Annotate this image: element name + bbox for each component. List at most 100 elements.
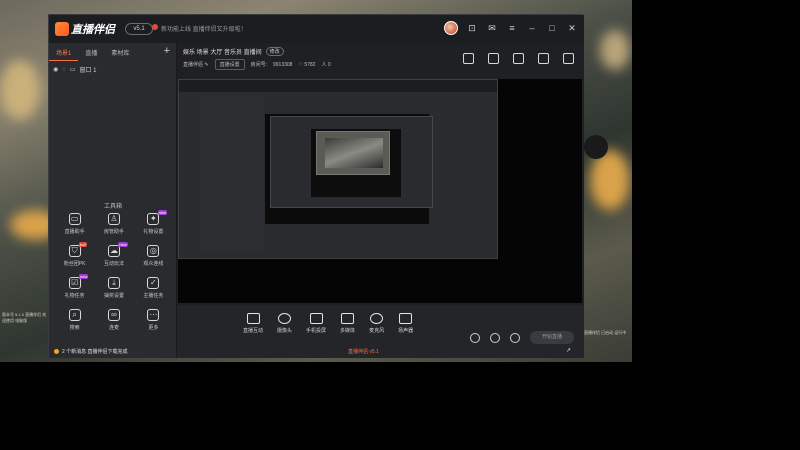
feedback-icon[interactable]: ⊡ (466, 22, 478, 34)
scene-item-label: 窗口 1 (79, 68, 97, 74)
source-camera[interactable]: 摄像头 (277, 313, 292, 334)
tool-download[interactable]: ⤓ 抽奖设置 (94, 277, 133, 299)
notification-icon (54, 349, 59, 354)
notification[interactable]: 2 个新消息 直播伴侣下载完成 (54, 348, 128, 355)
lock-icon[interactable] (488, 53, 499, 64)
download-icon: ⤓ (107, 277, 120, 289)
taskbar-center-text[interactable]: 直播伴侣 v5.1 (348, 348, 379, 355)
screenshot-icon[interactable] (538, 53, 549, 64)
fans-count: ♡ 5782 (298, 61, 316, 68)
tool-gift[interactable]: ✦ 礼物设置 new (134, 210, 173, 235)
tool-person[interactable]: ♙ 房管助手 (94, 213, 133, 235)
tool-check[interactable]: ✓ 主播任务 (134, 277, 173, 299)
audio-icon[interactable] (490, 332, 500, 343)
record-icon[interactable] (513, 53, 524, 64)
viewer-count: 人 0 (321, 62, 331, 68)
video-icon[interactable] (470, 332, 480, 343)
taskbar-strip: 2 个新消息 直播伴侣下载完成 直播伴侣 v5.1 ↗ (48, 346, 632, 358)
app-logo-text: 直播伴侣 (71, 24, 115, 36)
start-live-button[interactable]: 开始直播 (530, 331, 574, 344)
bottom-sources: 直播互动 摄像头 手机投屏 多媒体 麦克风 扬声器 (243, 313, 413, 334)
bottom-right-controls: 开始直播 (470, 331, 574, 344)
user-avatar[interactable] (444, 21, 458, 35)
source-speaker[interactable]: 扬声器 (398, 313, 413, 334)
desktop-text-left: 版本号 5.1.0 直播伴侣 欢迎使用 电脑版 (2, 312, 47, 323)
edit-room-button[interactable]: 修改 (265, 47, 284, 56)
tool-label: 礼物任务 (64, 293, 85, 299)
source-label: 摄像头 (277, 328, 293, 334)
source-phone[interactable]: 手机投屏 (306, 313, 326, 334)
app-logo-icon (55, 22, 69, 36)
tool-cloud[interactable]: ☁ 互动玩法 new (94, 242, 133, 267)
preview-canvas[interactable] (178, 79, 582, 303)
room-id: 9913308 (273, 61, 293, 68)
source-label: 麦克风 (369, 328, 385, 334)
share-icon[interactable] (563, 53, 574, 64)
source-mic[interactable]: 麦克风 (369, 313, 384, 334)
toolbox-title: 工具箱 (103, 204, 122, 210)
source-label: 手机投屏 (306, 328, 327, 334)
layout-icon[interactable] (463, 53, 474, 64)
close-icon[interactable]: ✕ (566, 22, 578, 34)
tab-library[interactable]: 素材库 (104, 43, 136, 61)
version-badge[interactable]: v5.1 (125, 23, 153, 35)
expand-icon[interactable]: ↗ (566, 347, 571, 354)
room-owner[interactable]: 直播伴侣 ✎ (183, 61, 209, 68)
tool-label: 粉丝团PK (63, 261, 86, 267)
tool-tag-badge: new (157, 210, 167, 215)
tool-label: 连麦 (108, 325, 119, 331)
gift-icon: ✦ (147, 213, 160, 225)
tab-live[interactable]: 直播 (78, 43, 104, 61)
toolbox-grid: ▭ 直播助手 ♙ 房管助手 ✦ 礼物设置 new ⛉ 粉丝团PK hot ☁ 互动玩法 new ◎ 观众连线… (55, 210, 173, 331)
room-id-label: 房间号: (250, 62, 267, 68)
source-label: 扬声器 (398, 328, 414, 334)
tool-target[interactable]: ◎ 观众连线 (134, 245, 173, 267)
room-title: 娱乐 场景 大厅 音乐员 直播间 (183, 50, 262, 56)
tool-task[interactable]: ☑ 礼物任务 new (55, 274, 94, 299)
scene-item[interactable]: ◉ ◌ ▭ 窗口 1 (53, 65, 97, 75)
maximize-icon[interactable]: □ (546, 22, 558, 34)
camera-icon (278, 313, 292, 324)
source-play[interactable]: 多媒体 (340, 313, 355, 334)
notice-text[interactable]: 新功能上线 直播伴侣又升级啦！ (161, 24, 247, 33)
task-icon: ☑ (68, 277, 81, 289)
tool-shield[interactable]: ⛉ 粉丝团PK hot (55, 242, 94, 267)
live-settings-button[interactable]: 直播设置 (214, 59, 245, 70)
tool-label: 礼物设置 (143, 229, 164, 235)
room-info-row: 直播伴侣 ✎ 直播设置 房间号: 9913308 ♡ 5782 人 0 (183, 59, 331, 70)
search-icon: ⌕ (68, 309, 81, 321)
tool-label: 直播助手 (64, 229, 85, 235)
minimize-icon[interactable]: – (526, 22, 538, 34)
tool-chat[interactable]: ▭ 直播助手 (55, 213, 94, 235)
tool-search[interactable]: ⌕ 搜索 (55, 309, 94, 331)
chat-icon: ▭ (68, 213, 81, 225)
tool-label: 搜索 (69, 325, 80, 331)
notice-icon (152, 24, 158, 30)
eye-icon[interactable]: ◉ (53, 66, 58, 73)
tool-label: 房管助手 (103, 229, 124, 235)
shield-icon: ⛉ (68, 245, 81, 257)
more-icon: ⋯ (147, 309, 160, 321)
room-title-row: 娱乐 场景 大厅 音乐员 直播间 修改 (183, 47, 284, 56)
speaker-icon (399, 313, 413, 324)
add-scene-icon[interactable]: + (164, 45, 170, 57)
source-chat[interactable]: 直播互动 (243, 313, 263, 334)
menu-icon[interactable]: ≡ (506, 22, 518, 34)
tool-label: 更多 (148, 325, 159, 331)
source-label: 直播互动 (243, 328, 264, 334)
nested-window-3 (316, 131, 390, 175)
window-icon: ▭ (69, 67, 76, 73)
tool-label: 抽奖设置 (103, 293, 124, 299)
desktop: 版本号 5.1.0 直播伴侣 欢迎使用 电脑版 直播伴侣 已启动 运行中 直播伴… (0, 0, 800, 450)
person-icon: ♙ (107, 213, 120, 225)
mail-icon[interactable]: ✉ (486, 22, 498, 34)
desktop-text-right: 直播伴侣 已启动 运行中 (584, 330, 627, 335)
lock-icon[interactable]: ◌ (62, 67, 66, 73)
tool-more[interactable]: ⋯ 更多 (134, 309, 173, 331)
app-window: 直播伴侣 v5.1 新功能上线 直播伴侣又升级啦！ ⊡ ✉ ≡ – □ ✕ 场景… (48, 14, 584, 358)
tab-scene[interactable]: 场景1 (49, 43, 79, 61)
title-bar: 直播伴侣 v5.1 新功能上线 直播伴侣又升级啦！ ⊡ ✉ ≡ – □ ✕ (49, 15, 584, 43)
tool-link[interactable]: ∞ 连麦 (94, 309, 133, 331)
tool-label: 观众连线 (143, 261, 164, 267)
settings-icon[interactable] (510, 332, 520, 343)
